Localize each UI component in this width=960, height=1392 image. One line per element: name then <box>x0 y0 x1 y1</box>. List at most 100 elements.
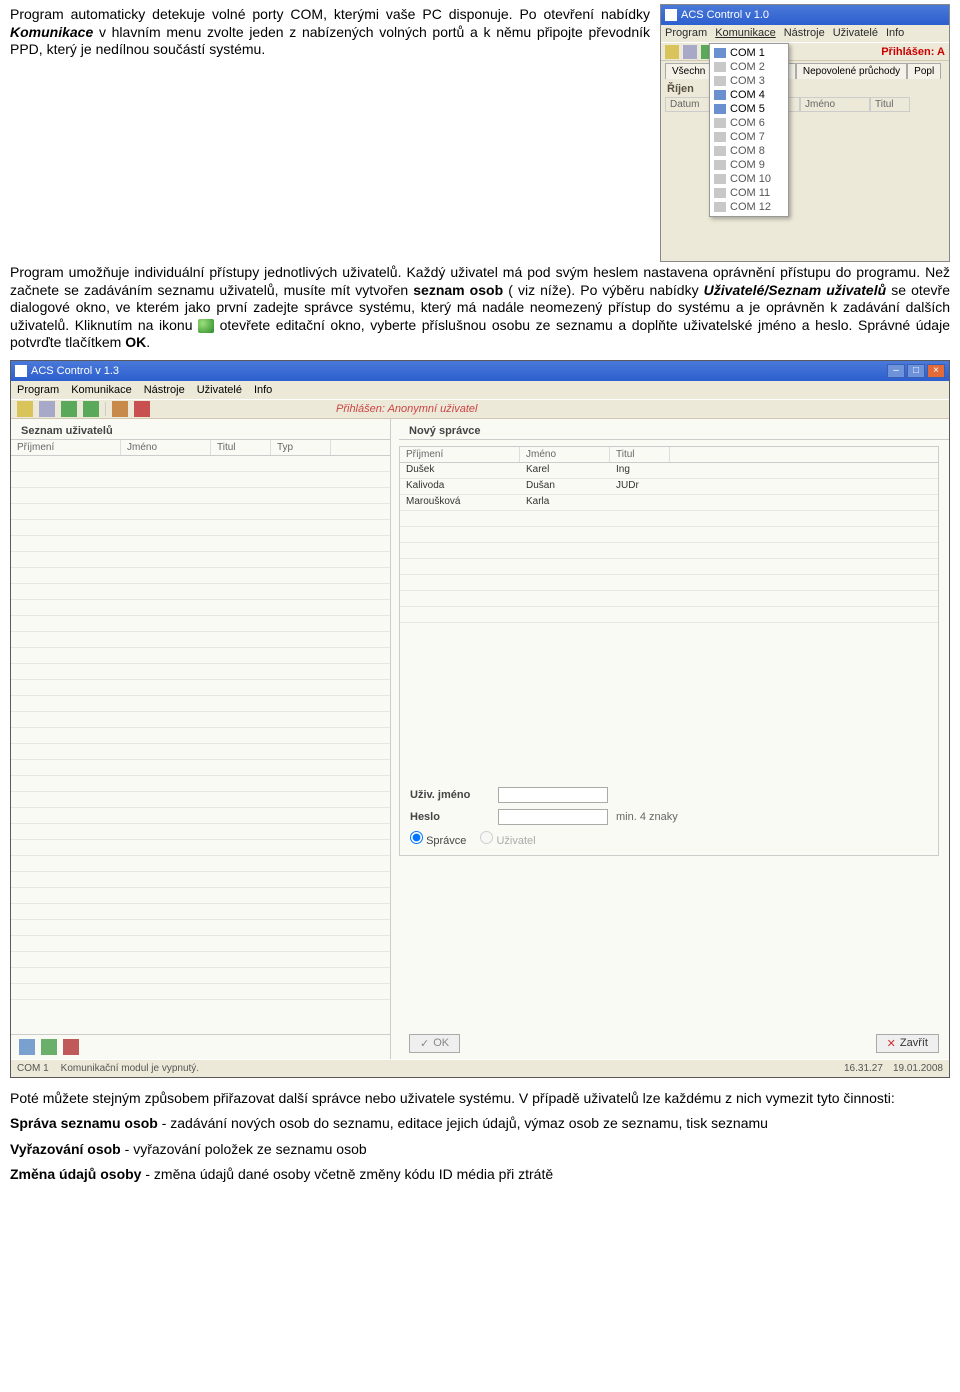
table-row <box>11 552 390 568</box>
titlebar: ACS Control v 1.0 <box>661 5 949 25</box>
edit-icon <box>198 319 214 333</box>
table-row <box>11 968 390 984</box>
th-prijmeni[interactable]: Příjmení <box>400 447 520 462</box>
cell-jmeno: Karel <box>520 463 610 478</box>
th-prijmeni[interactable]: Příjmení <box>11 440 121 455</box>
table-row <box>11 600 390 616</box>
add-user-icon[interactable] <box>19 1039 35 1055</box>
menu-komunikace[interactable]: Komunikace <box>71 384 132 396</box>
radio-spravce[interactable]: Správce <box>410 831 466 847</box>
menu-nastroje[interactable]: Nástroje <box>784 27 825 40</box>
toolbar-icon-2[interactable] <box>683 45 697 59</box>
table-row <box>11 536 390 552</box>
tab-alarm[interactable]: Popl <box>907 63 941 79</box>
table-row <box>11 936 390 952</box>
window-title: ACS Control v 1.3 <box>31 365 119 377</box>
p2-menu-path: Uživatelé/Seznam uživatelů <box>704 282 886 298</box>
table-row <box>400 591 938 607</box>
table-row <box>11 952 390 968</box>
toolbar-icon-user[interactable] <box>17 401 33 417</box>
edit-user-icon[interactable] <box>41 1039 57 1055</box>
menu-program[interactable]: Program <box>17 384 59 396</box>
toolbar-icon-1[interactable] <box>665 45 679 59</box>
table-body-empty <box>11 456 390 1000</box>
table-row <box>400 607 938 623</box>
table-row <box>11 808 390 824</box>
radio-uzivatel: Uživatel <box>480 831 535 847</box>
table-row <box>11 568 390 584</box>
menu-program[interactable]: Program <box>665 27 707 40</box>
toolbar-icon-4[interactable] <box>83 401 99 417</box>
menu-nastroje[interactable]: Nástroje <box>144 384 185 396</box>
tab-denied[interactable]: Nepovolené průchody <box>796 63 907 79</box>
label-password: Heslo <box>410 811 490 823</box>
a2-label: Správa seznamu osob <box>10 1115 158 1131</box>
right-pane-new-admin: Nový správce Příjmení Jméno Titul Dušek … <box>391 419 949 1059</box>
minimize-icon[interactable]: – <box>887 364 905 378</box>
table-row[interactable]: Maroušková Karla <box>400 495 938 511</box>
th-jmeno[interactable]: Jméno <box>520 447 610 462</box>
table-row <box>11 632 390 648</box>
a2-text: - zadávání nových osob do seznamu, edita… <box>158 1115 768 1131</box>
tabs: Všechn prané průchody Nepovolené průchod… <box>661 61 949 81</box>
ok-label: OK <box>433 1037 449 1049</box>
table-row <box>11 984 390 1000</box>
port-item[interactable]: COM 5 <box>710 102 788 116</box>
toolbar-icon-6[interactable] <box>134 401 150 417</box>
tab-all[interactable]: Všechn <box>665 63 712 79</box>
a3-text: - vyřazování položek ze seznamu osob <box>121 1141 367 1157</box>
port-item: COM 7 <box>710 130 788 144</box>
login-status: Přihlášen: Anonymní uživatel <box>336 403 477 415</box>
label-username: Uživ. jméno <box>410 789 490 801</box>
delete-user-icon[interactable] <box>63 1039 79 1055</box>
menu-uzivatele[interactable]: Uživatelé <box>197 384 242 396</box>
cell-jmeno: Dušan <box>520 479 610 494</box>
table-row[interactable]: Dušek Karel Ing <box>400 463 938 479</box>
table-row <box>11 760 390 776</box>
app-icon <box>15 365 27 377</box>
menu-info[interactable]: Info <box>254 384 272 396</box>
a4-label: Změna údajů osoby <box>10 1166 141 1182</box>
th-typ[interactable]: Typ <box>271 440 331 455</box>
th-titul[interactable]: Titul <box>211 440 271 455</box>
table-row[interactable]: Kalivoda Dušan JUDr <box>400 479 938 495</box>
menu-info[interactable]: Info <box>886 27 904 40</box>
toolbar-icon-start[interactable] <box>61 401 77 417</box>
toolbar: Přihlášen: A <box>661 43 949 61</box>
table-row <box>11 696 390 712</box>
toolbar: Přihlášen: Anonymní uživatel <box>11 399 949 419</box>
maximize-icon[interactable]: □ <box>907 364 925 378</box>
close-button[interactable]: Zavřít <box>876 1034 939 1053</box>
username-input[interactable] <box>498 787 608 803</box>
table-row <box>11 728 390 744</box>
menu-komunikace[interactable]: Komunikace <box>715 27 776 40</box>
menu-uzivatele[interactable]: Uživatelé <box>833 27 878 40</box>
left-action-bar <box>11 1034 390 1059</box>
toolbar-icon-search[interactable] <box>39 401 55 417</box>
p2-c: ( viz níže). Po výběru nabídky <box>503 282 704 298</box>
table-row <box>11 504 390 520</box>
toolbar-icon-5[interactable] <box>112 401 128 417</box>
th-titul[interactable]: Titul <box>610 447 670 462</box>
close-label: Zavřít <box>900 1037 928 1049</box>
port-item[interactable]: COM 1 <box>710 46 788 60</box>
table-row <box>11 856 390 872</box>
port-item: COM 9 <box>710 158 788 172</box>
cell-prijmeni: Maroušková <box>400 495 520 510</box>
p2-seznam-osob: seznam osob <box>413 282 503 298</box>
port-item[interactable]: COM 4 <box>710 88 788 102</box>
paragraph-after-2: Správa seznamu osob - zadávání nových os… <box>10 1115 950 1133</box>
ok-button[interactable]: OK <box>409 1034 460 1053</box>
a4-text: - změna údajů dané osoby včetně změny kó… <box>141 1166 553 1182</box>
pane-title: Seznam uživatelů <box>11 419 390 440</box>
left-pane-user-list: Seznam uživatelů Příjmení Jméno Titul Ty… <box>11 419 391 1059</box>
port-item: COM 2 <box>710 60 788 74</box>
password-input[interactable] <box>498 809 608 825</box>
screenshot-acs-1-3: ACS Control v 1.3 – □ × Program Komunika… <box>10 360 950 1078</box>
port-item: COM 12 <box>710 200 788 214</box>
close-icon[interactable]: × <box>927 364 945 378</box>
table-row <box>11 920 390 936</box>
th-jmeno[interactable]: Jméno <box>121 440 211 455</box>
table-row <box>11 872 390 888</box>
port-item: COM 8 <box>710 144 788 158</box>
